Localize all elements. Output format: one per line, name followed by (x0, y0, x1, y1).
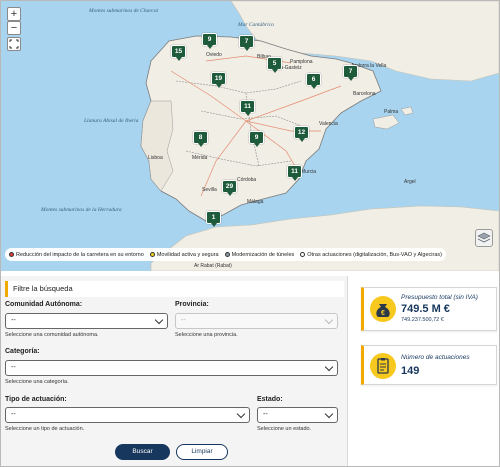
filter-panel: Filtre la búsqueda Comunidad Autónoma: -… (1, 276, 348, 466)
svg-text:€: € (381, 310, 385, 317)
city-label-cordoba: Córdoba (237, 177, 257, 183)
city-label-valencia: Valencia (319, 121, 338, 127)
map-marker[interactable]: 9 (249, 131, 264, 147)
map-marker[interactable]: 8 (193, 131, 208, 147)
legend-dot-gray (224, 251, 230, 257)
money-bag-glyph: € (376, 304, 390, 317)
ocean-label-herradura: Montes submarinos de la Herradura (41, 207, 122, 213)
comunidad-help: Seleccione una comunidad autónoma. (5, 332, 99, 338)
clipboard-glyph (377, 358, 389, 374)
legend-item-reduccion: Reducción del impacto de la carretera en… (9, 251, 144, 258)
city-label-palma: Palma (384, 109, 399, 115)
city-label-sevilla: Sevilla (202, 187, 217, 193)
categoria-label: Categoría: (5, 348, 40, 355)
comunidad-label: Comunidad Autónoma: (5, 301, 83, 308)
map-marker[interactable]: 1 (206, 211, 221, 227)
chevron-down-icon (324, 409, 334, 419)
estado-label: Estado: (257, 396, 283, 403)
city-label-merida: Mérida (192, 155, 208, 161)
presupuesto-value: 749.5 M € (401, 303, 450, 315)
legend-label: Reducción del impacto de la carretera en… (16, 251, 144, 258)
legend-item-movilidad: Movilidad activa y segura (149, 251, 219, 258)
legend-dot-white (300, 251, 306, 257)
actuaciones-label: Número de actuaciones (401, 354, 470, 361)
provincia-help: Seleccione una provincia. (175, 332, 238, 338)
fullscreen-button[interactable] (7, 37, 21, 51)
chevron-down-icon (236, 409, 246, 419)
clipboard-icon (370, 353, 396, 379)
comunidad-select[interactable]: -- (5, 313, 168, 329)
ocean-label-charcot: Montes submarinos de Charcot (89, 8, 159, 14)
estado-help: Seleccione un estado. (257, 426, 312, 432)
tipo-help: Seleccione un tipo de actuación. (5, 426, 85, 432)
city-label-malaga: Málaga (247, 199, 264, 205)
presupuesto-sub: 749.237.500,72 € (401, 317, 444, 323)
map-marker[interactable]: 29 (222, 180, 237, 196)
layers-icon (477, 232, 491, 243)
city-label-murcia: Murcia (301, 169, 317, 175)
estado-value: -- (263, 411, 268, 418)
categoria-select[interactable]: -- (5, 360, 338, 376)
filter-title: Filtre la búsqueda (5, 281, 344, 297)
presupuesto-label: Presupuesto total (sin IVA) (401, 294, 478, 301)
map-view[interactable]: Montes submarinos de Charcot Mar Cantábr… (1, 1, 499, 271)
map-marker[interactable]: 15 (171, 45, 186, 61)
ocean-label-cantabrico: Mar Cantábrico (238, 22, 274, 28)
categoria-help: Seleccione una categoría. (5, 379, 69, 385)
map-marker[interactable]: 9 (202, 33, 217, 49)
chevron-down-icon (324, 315, 334, 325)
map-marker[interactable]: 19 (211, 72, 226, 88)
city-label-rabat: Ar Rabat (Rabat) (194, 263, 232, 269)
limpiar-button[interactable]: Limpiar (176, 444, 228, 460)
categoria-value: -- (11, 364, 16, 371)
map-marker[interactable]: 7 (239, 35, 254, 51)
estado-select[interactable]: -- (257, 407, 338, 423)
legend-label: Otras actuaciones (digitalización, Bus-V… (307, 251, 442, 258)
map-marker[interactable]: 11 (240, 100, 255, 116)
zoom-in-button[interactable]: + (7, 7, 21, 21)
zoom-out-button[interactable]: − (7, 21, 21, 35)
legend-dot-yellow (149, 251, 155, 257)
presupuesto-card: € Presupuesto total (sin IVA) 749.5 M € … (361, 287, 497, 331)
legend-label: Modernización de túneles (231, 251, 295, 258)
tipo-value: -- (11, 411, 16, 418)
city-label-pamplona: Pamplona (290, 59, 313, 65)
ocean-label-iberia: Llanura Abisal de Iberia (84, 118, 139, 124)
map-marker[interactable]: 5 (267, 57, 282, 73)
chevron-down-icon (154, 315, 164, 325)
provincia-select[interactable]: -- (175, 313, 338, 329)
legend-item-tuneles: Modernización de túneles (224, 251, 295, 258)
fullscreen-icon (9, 39, 19, 49)
city-label-barcelona: Barcelona (353, 91, 376, 97)
layers-button[interactable] (475, 229, 493, 247)
legend-dot-red (9, 251, 14, 257)
map-marker[interactable]: 12 (294, 126, 309, 142)
map-marker[interactable]: 11 (287, 165, 302, 181)
provincia-value: -- (181, 317, 186, 324)
provincia-label: Provincia: (175, 301, 209, 308)
legend-label: Movilidad activa y segura (156, 251, 219, 258)
city-label-argel: Argel (404, 179, 416, 185)
comunidad-value: -- (11, 317, 16, 324)
tipo-label: Tipo de actuación: (5, 396, 67, 403)
money-bag-icon: € (370, 296, 396, 322)
map-legend: Reducción del impacto de la carretera en… (5, 248, 446, 261)
city-label-oviedo: Oviedo (206, 52, 222, 58)
buscar-button[interactable]: Buscar (115, 444, 170, 460)
legend-item-otras: Otras actuaciones (digitalización, Bus-V… (300, 251, 442, 258)
actuaciones-card: Número de actuaciones 149 (361, 345, 497, 385)
map-marker[interactable]: 6 (306, 73, 321, 89)
city-label-lisboa: Lisboa (148, 155, 163, 161)
tipo-select[interactable]: -- (5, 407, 250, 423)
chevron-down-icon (324, 362, 334, 372)
actuaciones-value: 149 (401, 365, 420, 377)
map-marker[interactable]: 7 (343, 65, 358, 81)
